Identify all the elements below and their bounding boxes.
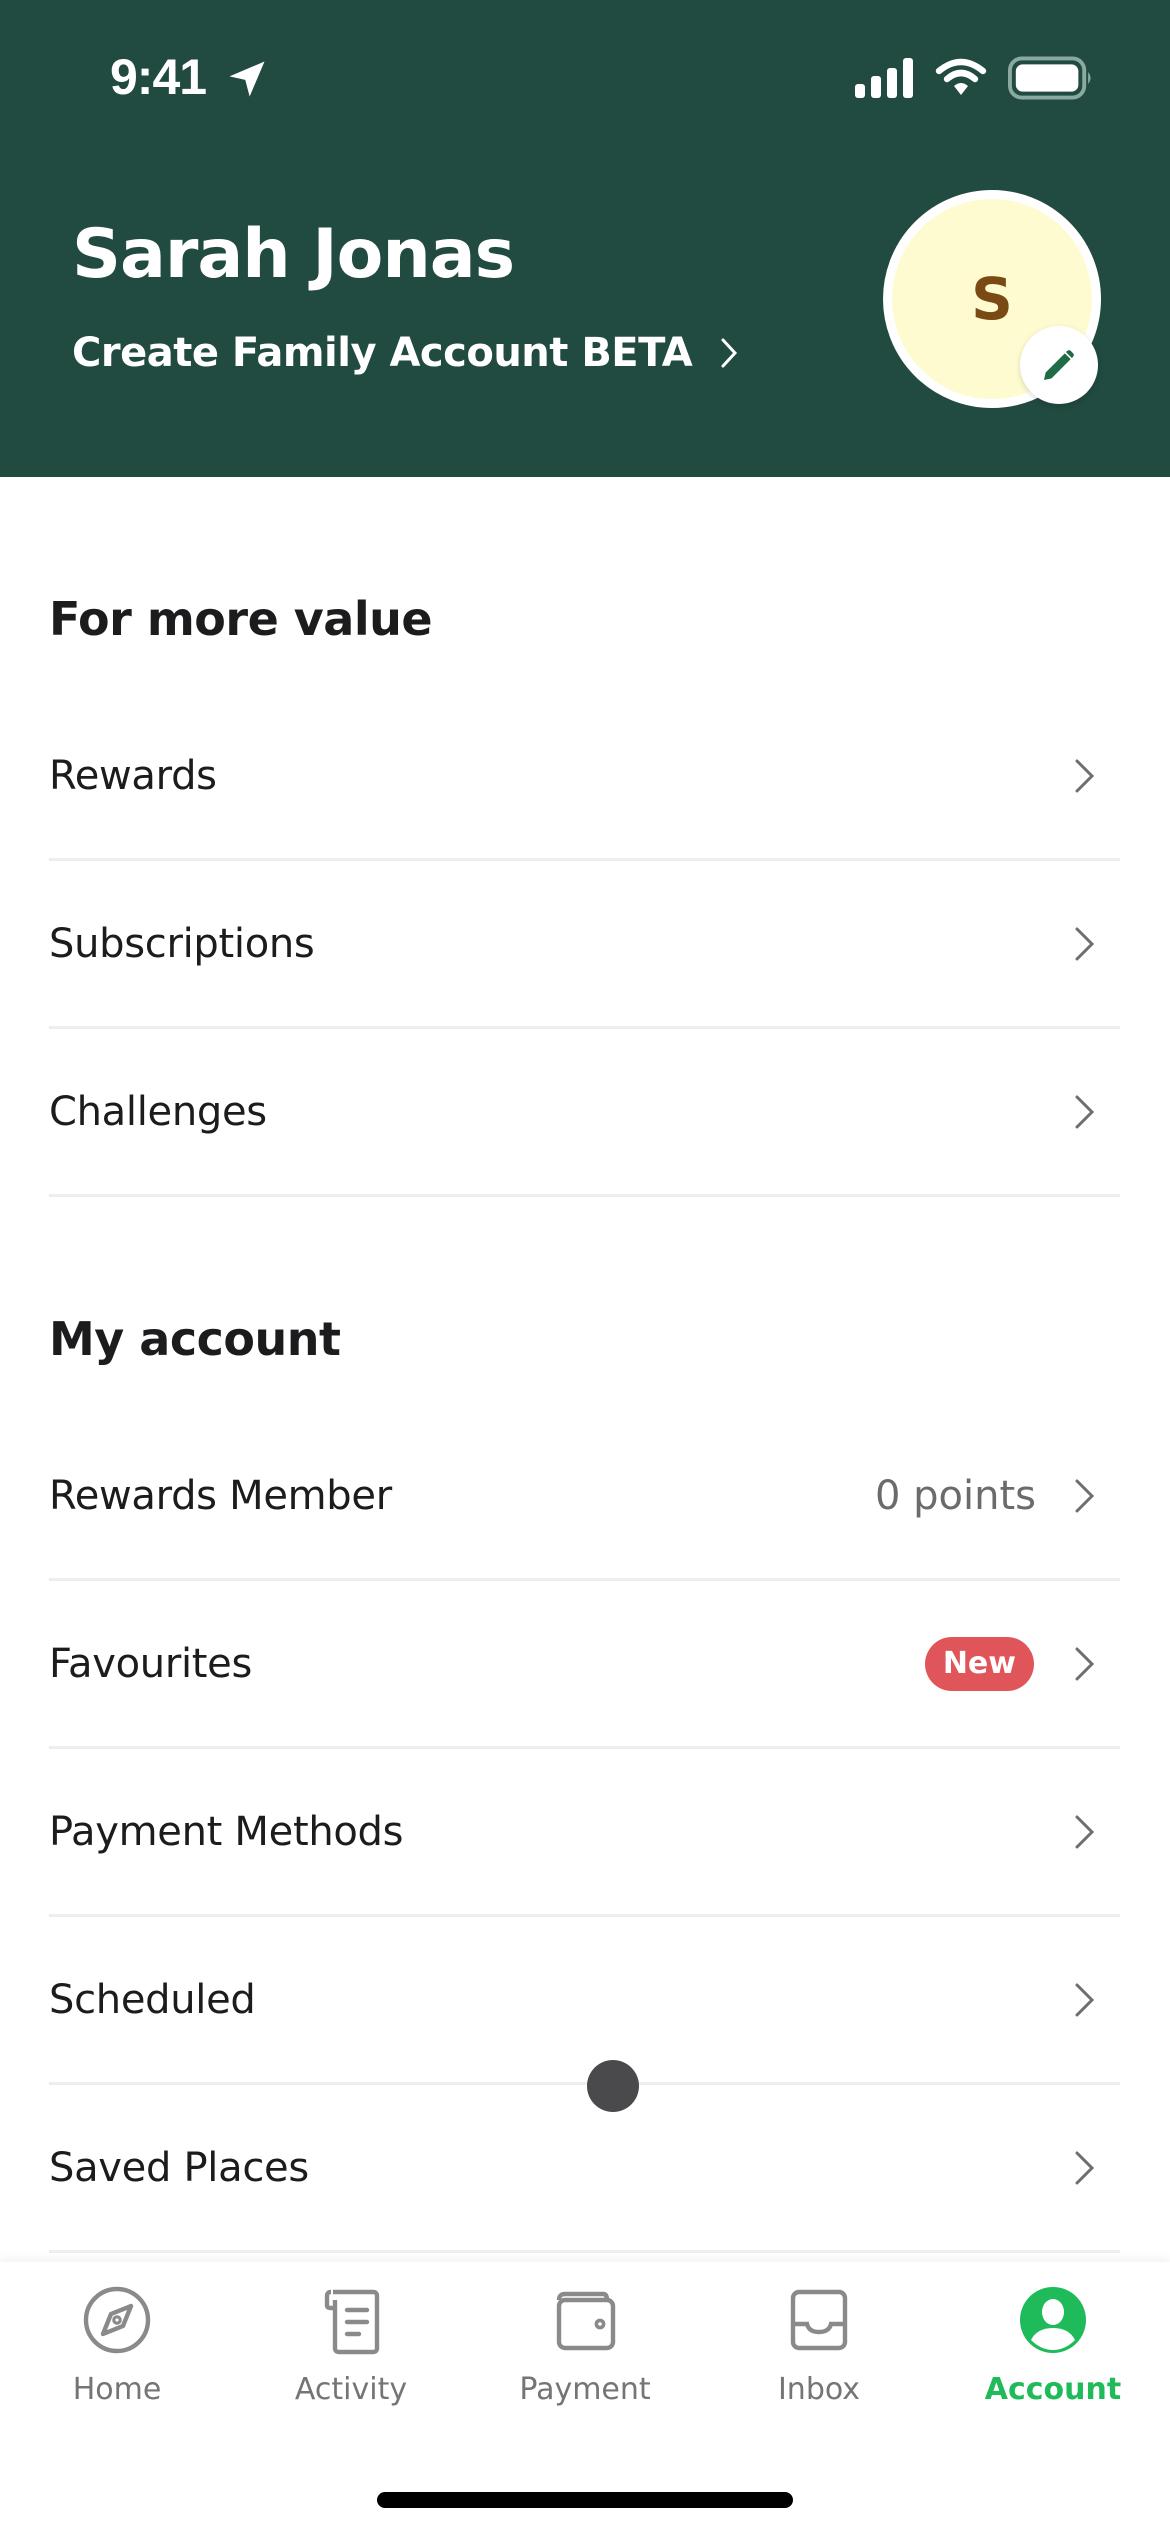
list-item-rewards[interactable]: Rewards [49,693,1120,861]
new-badge: New [924,1636,1034,1691]
points-value: 0 points [874,1472,1036,1519]
inbox-icon [790,2289,848,2351]
list-item-payment-methods[interactable]: Payment Methods [49,1749,1120,1917]
list-item-label: Rewards [49,752,217,799]
tab-account[interactable]: Account [936,2284,1170,2424]
chevron-right-icon [1075,1983,1095,2016]
tab-label: Account [984,2372,1122,2407]
wallet-icon [556,2291,616,2351]
list-item-label: Favourites [49,1640,253,1687]
tab-inbox[interactable]: Inbox [702,2284,936,2424]
edit-avatar-button[interactable] [1020,326,1098,404]
wifi-icon [935,58,987,95]
create-family-account-label: Create Family Account BETA [72,330,693,376]
chevron-right-icon [1075,1815,1095,1848]
list-item-challenges[interactable]: Challenges [49,1029,1120,1197]
list-item-label: Scheduled [49,1976,256,2023]
list-item-label: Saved Places [49,2144,309,2191]
chevron-right-icon [1075,1647,1095,1680]
battery-icon [1008,56,1091,100]
tab-label: Payment [519,2372,651,2407]
tab-label: Activity [294,2372,408,2407]
tab-home[interactable]: Home [0,2284,234,2424]
list-item-label: Subscriptions [49,920,315,967]
list-item-scheduled[interactable]: Scheduled [49,1917,1120,2085]
chevron-right-icon [1075,759,1095,792]
compass-icon [83,2286,151,2354]
user-name: Sarah Jonas [72,215,515,294]
section-title-my-account: My account [49,1312,341,1366]
status-time: 9:41 [110,49,207,105]
list-item-label: Challenges [49,1088,267,1135]
avatar-initial: S [971,265,1013,333]
home-indicator[interactable] [377,2492,793,2508]
create-family-account-link[interactable]: Create Family Account BETA [72,330,738,376]
tab-payment[interactable]: Payment [468,2284,702,2424]
chevron-right-icon [1075,927,1095,960]
list-item-label: Rewards Member [49,1472,392,1519]
cellular-signal-icon [855,58,913,98]
list-item-favourites[interactable]: Favourites New [49,1581,1120,1749]
profile-header: 9:41 Sarah Jonas Create Family Account B… [0,0,1170,477]
chevron-right-icon [1075,1095,1095,1128]
receipt-icon [324,2289,380,2355]
touch-indicator [587,2060,639,2112]
chevron-right-icon [721,338,738,368]
list-item-rewards-member[interactable]: Rewards Member 0 points [49,1413,1120,1581]
chevron-right-icon [1075,2151,1095,2184]
tab-label: Inbox [777,2372,861,2407]
list-item-label: Payment Methods [49,1808,404,1855]
location-arrow-icon [229,61,265,97]
chevron-right-icon [1075,1479,1095,1512]
pencil-icon [1044,350,1074,380]
list-item-subscriptions[interactable]: Subscriptions [49,861,1120,1029]
section-title-for-more-value: For more value [49,592,433,646]
account-icon [1020,2287,1086,2353]
list-item-saved-places[interactable]: Saved Places [49,2085,1120,2253]
tab-activity[interactable]: Activity [234,2284,468,2424]
tab-label: Home [72,2372,162,2407]
